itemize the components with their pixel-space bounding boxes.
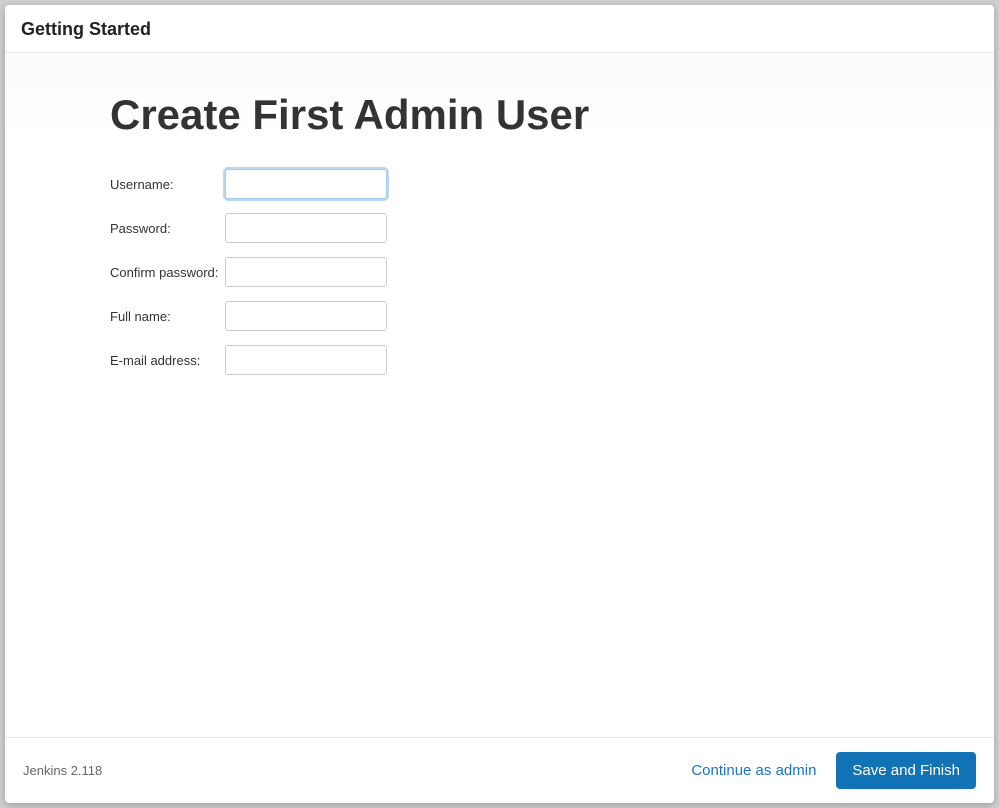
email-label: E-mail address: (110, 353, 225, 368)
username-label: Username: (110, 177, 225, 192)
form-row-username: Username: (110, 169, 889, 199)
confirm-password-label: Confirm password: (110, 265, 225, 280)
form-row-email: E-mail address: (110, 345, 889, 375)
page-title: Create First Admin User (110, 91, 889, 139)
email-input[interactable] (225, 345, 387, 375)
full-name-label: Full name: (110, 309, 225, 324)
password-label: Password: (110, 221, 225, 236)
form-row-password: Password: (110, 213, 889, 243)
username-input[interactable] (225, 169, 387, 199)
full-name-input[interactable] (225, 301, 387, 331)
setup-wizard-modal: Getting Started Create First Admin User … (5, 5, 994, 803)
form-row-full-name: Full name: (110, 301, 889, 331)
version-label: Jenkins 2.118 (23, 763, 102, 778)
password-input[interactable] (225, 213, 387, 243)
modal-header: Getting Started (5, 5, 994, 53)
footer-actions: Continue as admin Save and Finish (687, 752, 976, 789)
modal-title: Getting Started (21, 19, 978, 40)
modal-footer: Jenkins 2.118 Continue as admin Save and… (5, 737, 994, 803)
continue-as-admin-button[interactable]: Continue as admin (687, 756, 820, 785)
modal-body: Create First Admin User Username: Passwo… (5, 53, 994, 737)
form-row-confirm-password: Confirm password: (110, 257, 889, 287)
save-and-finish-button[interactable]: Save and Finish (836, 752, 976, 789)
confirm-password-input[interactable] (225, 257, 387, 287)
